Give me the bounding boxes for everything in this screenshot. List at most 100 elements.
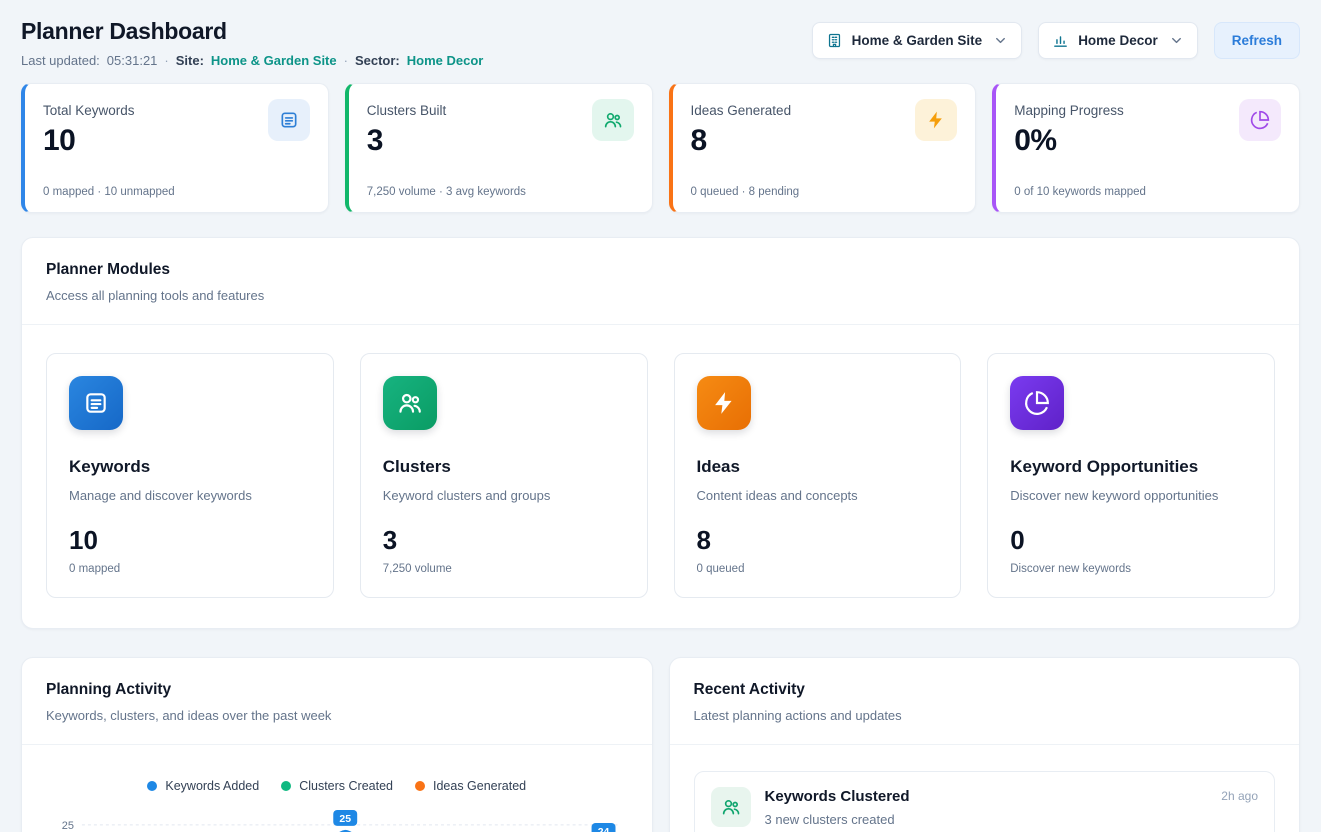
users-icon bbox=[592, 99, 634, 141]
site-selector-value: Home & Garden Site bbox=[852, 33, 983, 48]
recent-item-timestamp: 2h ago bbox=[1221, 787, 1258, 803]
y-axis-tick: 25 bbox=[62, 820, 74, 832]
module-value: 8 bbox=[697, 525, 939, 556]
planner-modules-header: Planner Modules Access all planning tool… bbox=[22, 238, 1299, 325]
stat-texts: Ideas Generated 8 bbox=[691, 99, 792, 158]
stat-card-total-keywords: Total Keywords 10 0 mapped · 10 unmapped bbox=[21, 83, 329, 213]
chart-legend: Keywords Added Clusters Created Ideas Ge… bbox=[22, 779, 652, 793]
module-description: Content ideas and concepts bbox=[697, 488, 939, 503]
stat-value: 10 bbox=[43, 124, 135, 158]
stat-card-mapping-progress: Mapping Progress 0% 0 of 10 keywords map… bbox=[992, 83, 1300, 213]
module-detail: 7,250 volume bbox=[383, 563, 625, 575]
stat-top: Mapping Progress 0% bbox=[1014, 99, 1281, 158]
users-icon bbox=[383, 376, 437, 430]
stat-value: 8 bbox=[691, 124, 792, 158]
recent-item-texts: Keywords Clustered 3 new clusters create… bbox=[765, 787, 910, 827]
module-description: Manage and discover keywords bbox=[69, 488, 311, 503]
recent-activity-card: Recent Activity Latest planning actions … bbox=[669, 657, 1301, 832]
bottom-row: Planning Activity Keywords, clusters, an… bbox=[21, 657, 1300, 832]
recent-activity-list: Keywords Clustered 3 new clusters create… bbox=[670, 745, 1300, 832]
stat-label: Total Keywords bbox=[43, 99, 135, 118]
stat-card-ideas-generated: Ideas Generated 8 0 queued · 8 pending bbox=[669, 83, 977, 213]
stat-texts: Mapping Progress 0% bbox=[1014, 99, 1124, 158]
stat-label: Ideas Generated bbox=[691, 99, 792, 118]
topbar-left: Planner Dashboard Last updated: 05:31:21… bbox=[21, 18, 483, 68]
stat-top: Ideas Generated 8 bbox=[691, 99, 958, 158]
pie-chart-icon bbox=[1010, 376, 1064, 430]
stat-value: 0% bbox=[1014, 124, 1124, 158]
point-label: 24 bbox=[598, 827, 610, 832]
module-description: Discover new keyword opportunities bbox=[1010, 488, 1252, 503]
building-icon bbox=[826, 32, 843, 49]
legend-item-clusters-created[interactable]: Clusters Created bbox=[281, 779, 393, 793]
stat-texts: Clusters Built 3 bbox=[367, 99, 447, 158]
lightning-icon bbox=[915, 99, 957, 141]
recent-item-title: Keywords Clustered bbox=[765, 787, 910, 805]
planner-dashboard-page: Planner Dashboard Last updated: 05:31:21… bbox=[0, 0, 1321, 832]
sector-link[interactable]: Home Decor bbox=[407, 53, 484, 68]
module-value: 10 bbox=[69, 525, 311, 556]
module-description: Keyword clusters and groups bbox=[383, 488, 625, 503]
chevron-down-icon bbox=[1169, 33, 1184, 48]
planner-modules-subtitle: Access all planning tools and features bbox=[46, 288, 1275, 303]
line-chart: 25 25 24 bbox=[46, 801, 628, 832]
recent-item-description: 3 new clusters created bbox=[765, 812, 910, 827]
stat-detail: 0 of 10 keywords mapped bbox=[1014, 186, 1281, 198]
page-title: Planner Dashboard bbox=[21, 18, 483, 45]
activity-chart: 25 25 24 bbox=[22, 793, 652, 832]
stat-label: Mapping Progress bbox=[1014, 99, 1124, 118]
planning-activity-card: Planning Activity Keywords, clusters, an… bbox=[21, 657, 653, 832]
recent-activity-subtitle: Latest planning actions and updates bbox=[694, 708, 1276, 723]
last-updated-label: Last updated: bbox=[21, 53, 100, 68]
last-updated-value: 05:31:21 bbox=[107, 53, 158, 68]
point-label: 25 bbox=[339, 814, 351, 825]
module-detail: 0 mapped bbox=[69, 563, 311, 575]
topbar: Planner Dashboard Last updated: 05:31:21… bbox=[21, 18, 1300, 68]
legend-label: Clusters Created bbox=[299, 779, 393, 793]
module-title: Clusters bbox=[383, 457, 625, 477]
module-card-ideas[interactable]: Ideas Content ideas and concepts 8 0 que… bbox=[674, 353, 962, 598]
refresh-button[interactable]: Refresh bbox=[1214, 22, 1300, 59]
planner-modules-card: Planner Modules Access all planning tool… bbox=[21, 237, 1300, 629]
site-selector[interactable]: Home & Garden Site bbox=[812, 22, 1023, 59]
recent-activity-header: Recent Activity Latest planning actions … bbox=[670, 658, 1300, 745]
lightning-icon bbox=[697, 376, 751, 430]
recent-activity-title: Recent Activity bbox=[694, 681, 1276, 699]
module-detail: 0 queued bbox=[697, 563, 939, 575]
module-card-keywords[interactable]: Keywords Manage and discover keywords 10… bbox=[46, 353, 334, 598]
stat-card-clusters-built: Clusters Built 3 7,250 volume · 3 avg ke… bbox=[345, 83, 653, 213]
bar-chart-icon bbox=[1052, 32, 1069, 49]
legend-item-ideas-generated[interactable]: Ideas Generated bbox=[415, 779, 526, 793]
pie-chart-icon bbox=[1239, 99, 1281, 141]
legend-dot bbox=[147, 781, 157, 791]
modules-grid: Keywords Manage and discover keywords 10… bbox=[22, 325, 1299, 628]
site-label: Site: bbox=[176, 53, 204, 68]
stat-detail: 0 queued · 8 pending bbox=[691, 186, 958, 198]
stats-row: Total Keywords 10 0 mapped · 10 unmapped… bbox=[21, 83, 1300, 213]
chevron-down-icon bbox=[993, 33, 1008, 48]
stat-value: 3 bbox=[367, 124, 447, 158]
sector-selector[interactable]: Home Decor bbox=[1038, 22, 1198, 59]
module-title: Keywords bbox=[69, 457, 311, 477]
legend-item-keywords-added[interactable]: Keywords Added bbox=[147, 779, 259, 793]
module-title: Ideas bbox=[697, 457, 939, 477]
module-detail: Discover new keywords bbox=[1010, 563, 1252, 575]
recent-activity-item[interactable]: Keywords Clustered 3 new clusters create… bbox=[694, 771, 1276, 832]
module-card-keyword-opportunities[interactable]: Keyword Opportunities Discover new keywo… bbox=[987, 353, 1275, 598]
module-value: 0 bbox=[1010, 525, 1252, 556]
meta-separator: · bbox=[344, 53, 348, 68]
module-value: 3 bbox=[383, 525, 625, 556]
document-icon bbox=[268, 99, 310, 141]
planner-modules-title: Planner Modules bbox=[46, 261, 1275, 279]
module-card-clusters[interactable]: Clusters Keyword clusters and groups 3 7… bbox=[360, 353, 648, 598]
legend-label: Keywords Added bbox=[165, 779, 259, 793]
site-link[interactable]: Home & Garden Site bbox=[211, 53, 337, 68]
legend-label: Ideas Generated bbox=[433, 779, 526, 793]
module-title: Keyword Opportunities bbox=[1010, 457, 1252, 477]
document-icon bbox=[69, 376, 123, 430]
planning-activity-header: Planning Activity Keywords, clusters, an… bbox=[22, 658, 652, 745]
legend-dot bbox=[415, 781, 425, 791]
topbar-controls: Home & Garden Site Home Decor Refresh bbox=[812, 18, 1300, 59]
stat-detail: 0 mapped · 10 unmapped bbox=[43, 186, 310, 198]
stat-top: Clusters Built 3 bbox=[367, 99, 634, 158]
